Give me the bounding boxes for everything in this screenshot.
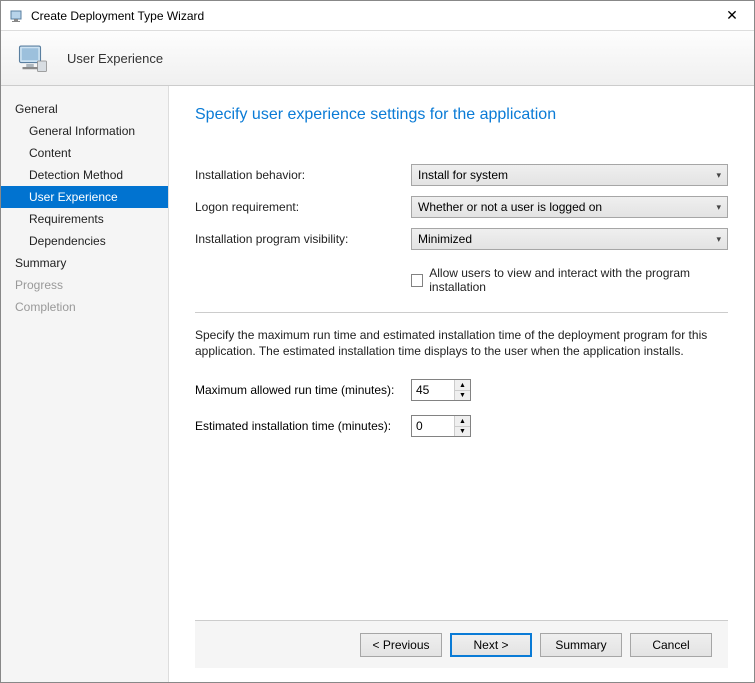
close-button[interactable]: ✕ [718, 7, 746, 24]
nav-general-information[interactable]: General Information [1, 120, 168, 142]
visibility-value: Minimized [418, 232, 472, 246]
wizard-header: User Experience [1, 31, 754, 86]
chevron-down-icon: ▾ [716, 234, 721, 245]
nav-completion: Completion [1, 296, 168, 318]
visibility-dropdown[interactable]: Minimized ▾ [411, 228, 728, 250]
max-runtime-input[interactable] [412, 380, 454, 400]
visibility-label: Installation program visibility: [195, 232, 411, 246]
page-title: User Experience [67, 51, 163, 66]
logon-requirement-dropdown[interactable]: Whether or not a user is logged on ▾ [411, 196, 728, 218]
divider [195, 312, 728, 313]
wizard-footer: < Previous Next > Summary Cancel [195, 620, 728, 668]
nav-dependencies[interactable]: Dependencies [1, 230, 168, 252]
install-behavior-dropdown[interactable]: Install for system ▾ [411, 164, 728, 186]
install-behavior-value: Install for system [418, 168, 508, 182]
content-title: Specify user experience settings for the… [195, 106, 728, 124]
nav-summary[interactable]: Summary [1, 252, 168, 274]
chevron-down-icon: ▾ [716, 170, 721, 181]
previous-button[interactable]: < Previous [360, 633, 442, 657]
allow-interact-checkbox[interactable] [411, 274, 423, 287]
window-title: Create Deployment Type Wizard [31, 9, 718, 23]
nav-detection-method[interactable]: Detection Method [1, 164, 168, 186]
next-button[interactable]: Next > [450, 633, 532, 657]
est-time-down[interactable]: ▼ [455, 426, 470, 437]
est-time-input[interactable] [412, 416, 454, 436]
computer-icon [15, 40, 51, 76]
est-time-spinner[interactable]: ▲ ▼ [411, 415, 471, 437]
body: General General Information Content Dete… [1, 86, 754, 682]
max-runtime-up[interactable]: ▲ [455, 380, 470, 390]
wizard-window: Create Deployment Type Wizard ✕ User Exp… [0, 0, 755, 683]
allow-interact-label: Allow users to view and interact with th… [429, 266, 728, 294]
chevron-down-icon: ▾ [716, 202, 721, 213]
nav-content[interactable]: Content [1, 142, 168, 164]
logon-requirement-label: Logon requirement: [195, 200, 411, 214]
instruction-text: Specify the maximum run time and estimat… [195, 327, 728, 359]
nav-requirements[interactable]: Requirements [1, 208, 168, 230]
app-icon [9, 8, 25, 24]
titlebar: Create Deployment Type Wizard ✕ [1, 1, 754, 31]
content-pane: Specify user experience settings for the… [169, 86, 754, 682]
cancel-button[interactable]: Cancel [630, 633, 712, 657]
logon-requirement-value: Whether or not a user is logged on [418, 200, 602, 214]
wizard-nav: General General Information Content Dete… [1, 86, 169, 682]
nav-general[interactable]: General [1, 98, 168, 120]
summary-button[interactable]: Summary [540, 633, 622, 657]
nav-progress: Progress [1, 274, 168, 296]
max-runtime-down[interactable]: ▼ [455, 390, 470, 401]
nav-user-experience[interactable]: User Experience [1, 186, 168, 208]
max-runtime-label: Maximum allowed run time (minutes): [195, 383, 411, 397]
est-time-label: Estimated installation time (minutes): [195, 419, 411, 433]
est-time-up[interactable]: ▲ [455, 416, 470, 426]
max-runtime-spinner[interactable]: ▲ ▼ [411, 379, 471, 401]
install-behavior-label: Installation behavior: [195, 168, 411, 182]
